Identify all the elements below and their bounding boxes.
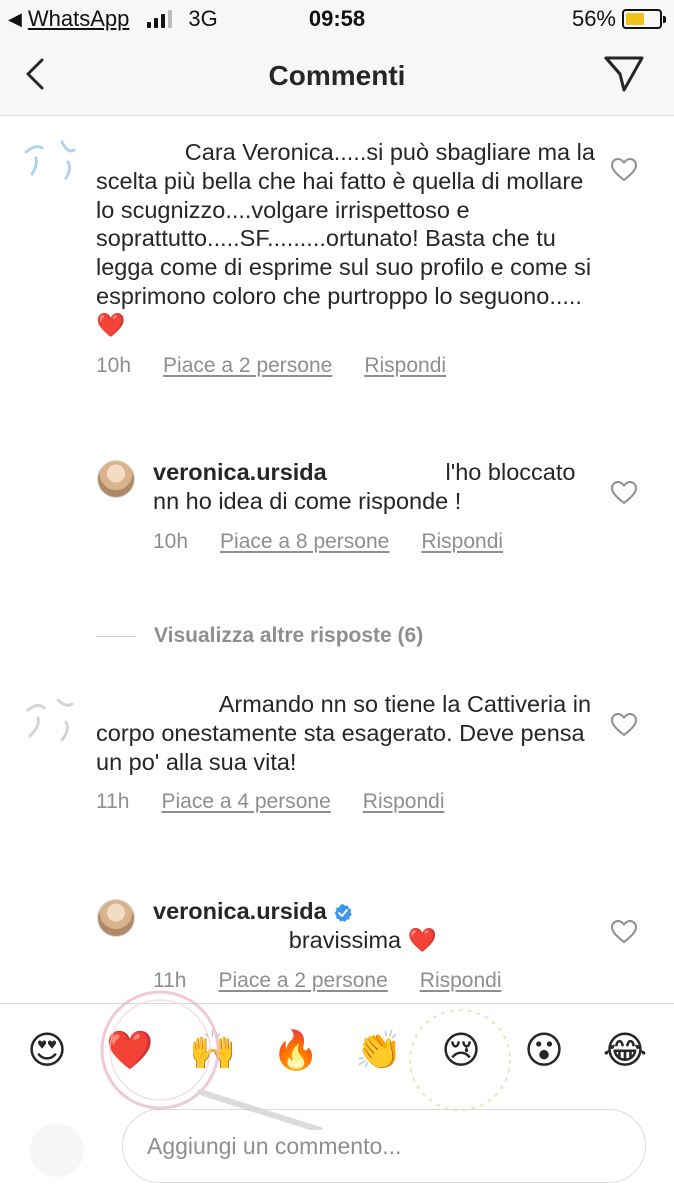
comment-username[interactable] — [96, 691, 214, 717]
comment-time: 11h — [96, 790, 130, 814]
heart-outline-icon[interactable] — [611, 158, 637, 182]
page-title: Commenti — [268, 60, 406, 91]
avatar — [30, 1123, 84, 1177]
comment-text: bravissima ❤️ — [288, 926, 437, 953]
reply-button[interactable]: Rispondi — [420, 969, 502, 993]
comment-input[interactable] — [122, 1109, 646, 1183]
mention-obscured — [153, 927, 282, 953]
comment-username[interactable]: veronica.ursida — [153, 898, 327, 924]
view-more-replies-button[interactable]: Visualizza altre risposte (6) — [96, 624, 423, 648]
comment-meta: 11h Piace a 4 persone Rispondi — [96, 790, 596, 814]
verified-badge-icon — [334, 903, 352, 922]
status-right: 56% — [571, 6, 666, 32]
emoji-crying-face[interactable]: 😢 — [438, 1028, 484, 1074]
heart-outline-icon[interactable] — [611, 920, 637, 944]
comment-meta: 11h Piace a 2 persone Rispondi — [153, 969, 593, 993]
comment-body: Cara Veronica.....si può sbagliare ma la… — [96, 138, 596, 340]
comment-body: Armando nn so tiene la Cattiveria in cor… — [96, 690, 596, 776]
battery-level-fill — [626, 13, 644, 25]
battery-icon — [622, 9, 666, 29]
avatar[interactable] — [22, 690, 78, 750]
emoji-raised-hands[interactable]: 🙌 — [189, 1028, 236, 1074]
reply-item: veronica.ursida l'ho bloccato nn ho idea… — [153, 458, 593, 554]
comment-time: 10h — [153, 529, 189, 553]
comment-meta: 10h Piace a 8 persone Rispondi — [153, 530, 593, 554]
emoji-open-mouth[interactable]: 😮 — [521, 1028, 567, 1074]
comment-likes-link[interactable]: Piace a 8 persone — [220, 530, 389, 554]
avatar[interactable] — [97, 460, 135, 498]
emoji-tears-of-joy[interactable]: 😂 — [602, 1028, 648, 1074]
heart-outline-icon[interactable] — [611, 481, 637, 505]
avatar[interactable] — [22, 134, 78, 194]
comment-likes-link[interactable]: Piace a 2 persone — [218, 969, 387, 993]
direct-send-icon[interactable] — [602, 54, 646, 94]
view-more-replies-label[interactable]: Visualizza altre risposte (6) — [154, 624, 423, 648]
comment-time: 10h — [96, 353, 132, 377]
emoji-heart-eyes[interactable]: 😍 — [24, 1028, 70, 1074]
emoji-red-heart[interactable]: ❤️ — [106, 1028, 153, 1074]
comment-likes-link[interactable]: Piace a 4 persone — [161, 790, 330, 814]
comment-username[interactable]: veronica.ursida — [153, 459, 327, 485]
comment-composer — [0, 1099, 674, 1200]
divider — [96, 635, 136, 637]
reply-button[interactable]: Rispondi — [421, 530, 503, 554]
comment-body: veronica.ursida l'ho bloccato nn ho idea… — [153, 458, 593, 516]
nav-bar: Commenti — [0, 38, 674, 116]
comment-likes-link[interactable]: Piace a 2 persone — [163, 354, 332, 378]
comment-item: Cara Veronica.....si può sbagliare ma la… — [96, 138, 596, 378]
avatar[interactable] — [97, 899, 135, 937]
comment-item: Armando nn so tiene la Cattiveria in cor… — [96, 690, 596, 814]
heart-outline-icon[interactable] — [611, 713, 637, 737]
comment-meta: 10h Piace a 2 persone Rispondi — [96, 354, 596, 378]
comment-time: 11h — [153, 968, 187, 992]
emoji-fire[interactable]: 🔥 — [272, 1028, 319, 1074]
comment-body: veronica.ursida bravissima ❤️ — [153, 897, 593, 955]
reply-button[interactable]: Rispondi — [363, 790, 445, 814]
emoji-quick-bar: 😍 ❤️ 🙌 🔥 👏 😢 😮 😂 — [0, 1003, 674, 1099]
comment-text: Cara Veronica.....si può sbagliare ma la… — [96, 139, 595, 338]
comment-username[interactable] — [96, 139, 178, 165]
status-bar: ◀ WhatsApp 3G 09:58 56% — [0, 0, 674, 38]
mention-obscured — [333, 459, 439, 485]
battery-percent: 56% — [571, 6, 616, 31]
reply-button[interactable]: Rispondi — [364, 354, 446, 378]
reply-item: veronica.ursida bravissima ❤️ 11h Piace … — [153, 897, 593, 993]
emoji-clapping-hands[interactable]: 👏 — [355, 1028, 402, 1074]
